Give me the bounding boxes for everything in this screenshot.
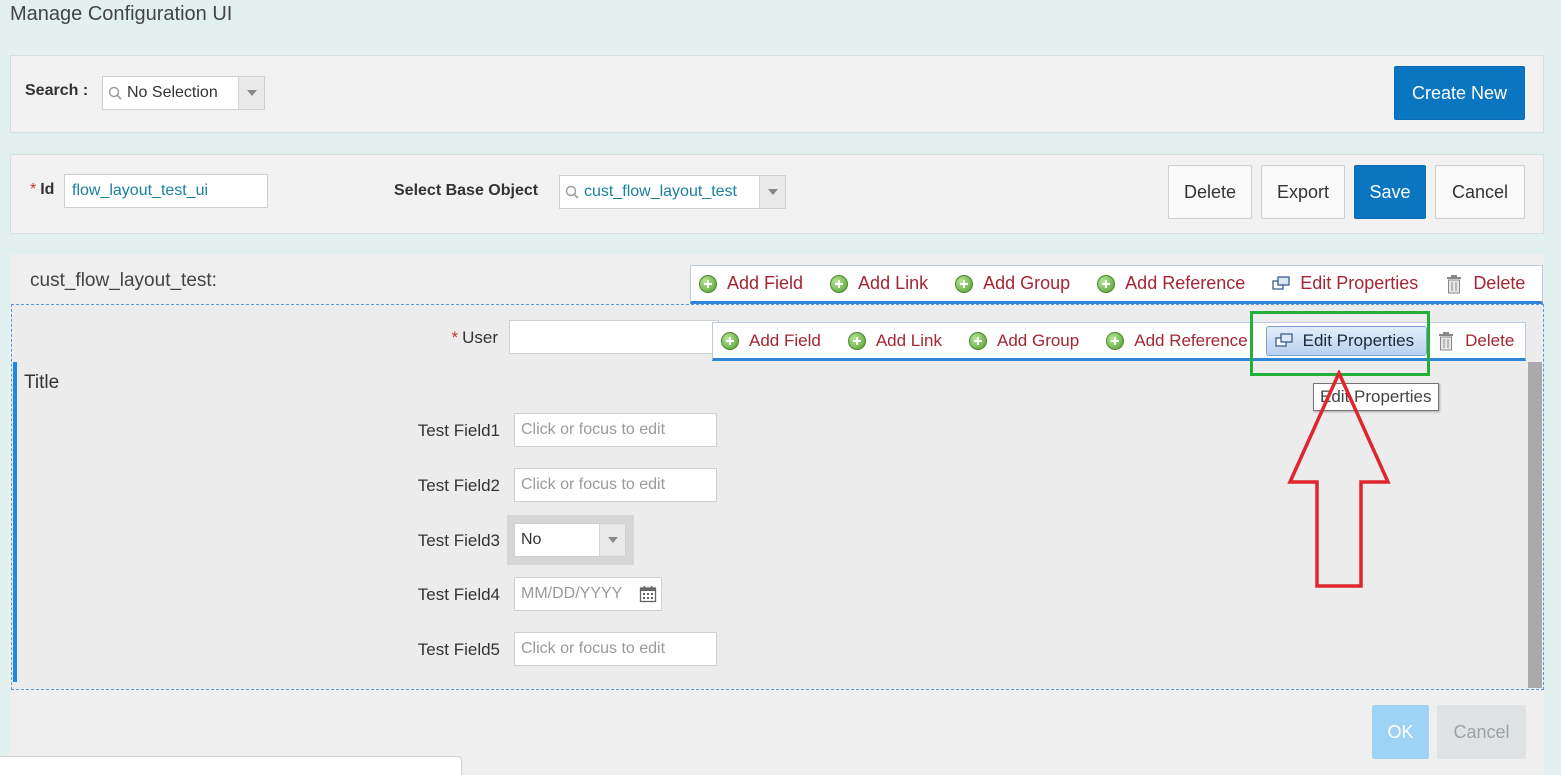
field-toolbar-add-group[interactable]: Add Group: [969, 331, 1079, 351]
field-toolbar-add-reference[interactable]: Add Reference: [1106, 331, 1248, 351]
cancel-button[interactable]: Cancel: [1435, 165, 1525, 219]
add-icon: [699, 274, 717, 293]
test-field2-input[interactable]: Click or focus to edit: [514, 468, 717, 502]
field-label: Test Field5: [417, 640, 500, 659]
toolbar-add-group[interactable]: Add Group: [955, 273, 1070, 294]
group-title: Title: [24, 372, 60, 393]
field-label: Test Field2: [417, 476, 500, 495]
toolbar-delete[interactable]: Delete: [1445, 273, 1525, 294]
add-icon: [847, 331, 866, 350]
search-icon: [103, 86, 127, 100]
highlight-box: [1250, 311, 1430, 376]
delete-button[interactable]: Delete: [1168, 165, 1252, 219]
base-object-select[interactable]: cust_flow_layout_test: [559, 175, 786, 209]
section-title: cust_flow_layout_test:: [30, 270, 217, 291]
test-field3-value: No: [521, 531, 542, 548]
calendar-icon[interactable]: [639, 585, 657, 603]
search-value: No Selection: [127, 84, 218, 101]
user-label: * User: [451, 328, 498, 347]
id-input[interactable]: flow_layout_test_ui: [64, 174, 268, 208]
edit-properties-icon: [1272, 275, 1290, 292]
bottom-tab-strip: [0, 756, 462, 775]
trash-icon: [1445, 274, 1463, 294]
record-panel: * Id flow_layout_test_ui Select Base Obje…: [10, 154, 1544, 234]
test-field1-input[interactable]: Click or focus to edit: [514, 413, 717, 447]
field-toolbar-add-field[interactable]: Add Field: [721, 331, 821, 351]
add-icon: [721, 331, 739, 350]
page-title: Manage Configuration UI: [10, 3, 233, 25]
toolbar-add-link[interactable]: Add Link: [830, 273, 928, 294]
toolbar-edit-properties[interactable]: Edit Properties: [1272, 273, 1418, 294]
field-label: Test Field4: [417, 585, 500, 604]
add-icon: [830, 274, 849, 293]
test-field3-select[interactable]: No: [514, 523, 626, 557]
id-label: * Id: [30, 181, 55, 198]
test-field5-input[interactable]: Click or focus to edit: [514, 632, 717, 666]
save-button[interactable]: Save: [1354, 165, 1426, 219]
search-label: Search :: [25, 82, 89, 99]
search-icon: [560, 185, 584, 199]
add-icon: [1097, 274, 1116, 293]
test-field4-date-input[interactable]: MM/DD/YYYY: [514, 577, 662, 611]
annotation-arrow: [1287, 370, 1391, 588]
group-accent-bar: [13, 362, 17, 682]
dropdown-arrow-icon[interactable]: [759, 176, 785, 208]
ok-button[interactable]: OK: [1372, 705, 1429, 759]
field-label: Test Field3: [417, 531, 500, 550]
toolbar-add-reference[interactable]: Add Reference: [1097, 273, 1245, 294]
base-object-label: Select Base Object: [394, 182, 539, 199]
section-toolbar: Add Field Add Link Add Group Add Referen…: [690, 265, 1543, 304]
toolbar-add-field[interactable]: Add Field: [699, 273, 803, 294]
create-new-button[interactable]: Create New: [1394, 66, 1525, 120]
trash-icon: [1437, 331, 1455, 351]
search-select[interactable]: No Selection: [102, 76, 265, 110]
base-object-value: cust_flow_layout_test: [584, 183, 737, 200]
user-input[interactable]: [509, 320, 719, 354]
field-toolbar-delete[interactable]: Delete: [1437, 331, 1514, 351]
dropdown-arrow-icon[interactable]: [238, 77, 264, 109]
dropdown-arrow-icon[interactable]: [599, 524, 625, 556]
add-icon: [969, 331, 987, 350]
export-button[interactable]: Export: [1261, 165, 1345, 219]
scrollbar[interactable]: [1528, 362, 1542, 688]
field-label: Test Field1: [417, 421, 500, 440]
search-panel: Search : No Selection Create New: [10, 55, 1544, 133]
add-icon: [1106, 331, 1125, 350]
field-toolbar-add-link[interactable]: Add Link: [847, 331, 942, 351]
add-icon: [955, 274, 974, 293]
dialog-cancel-button[interactable]: Cancel: [1437, 705, 1526, 759]
